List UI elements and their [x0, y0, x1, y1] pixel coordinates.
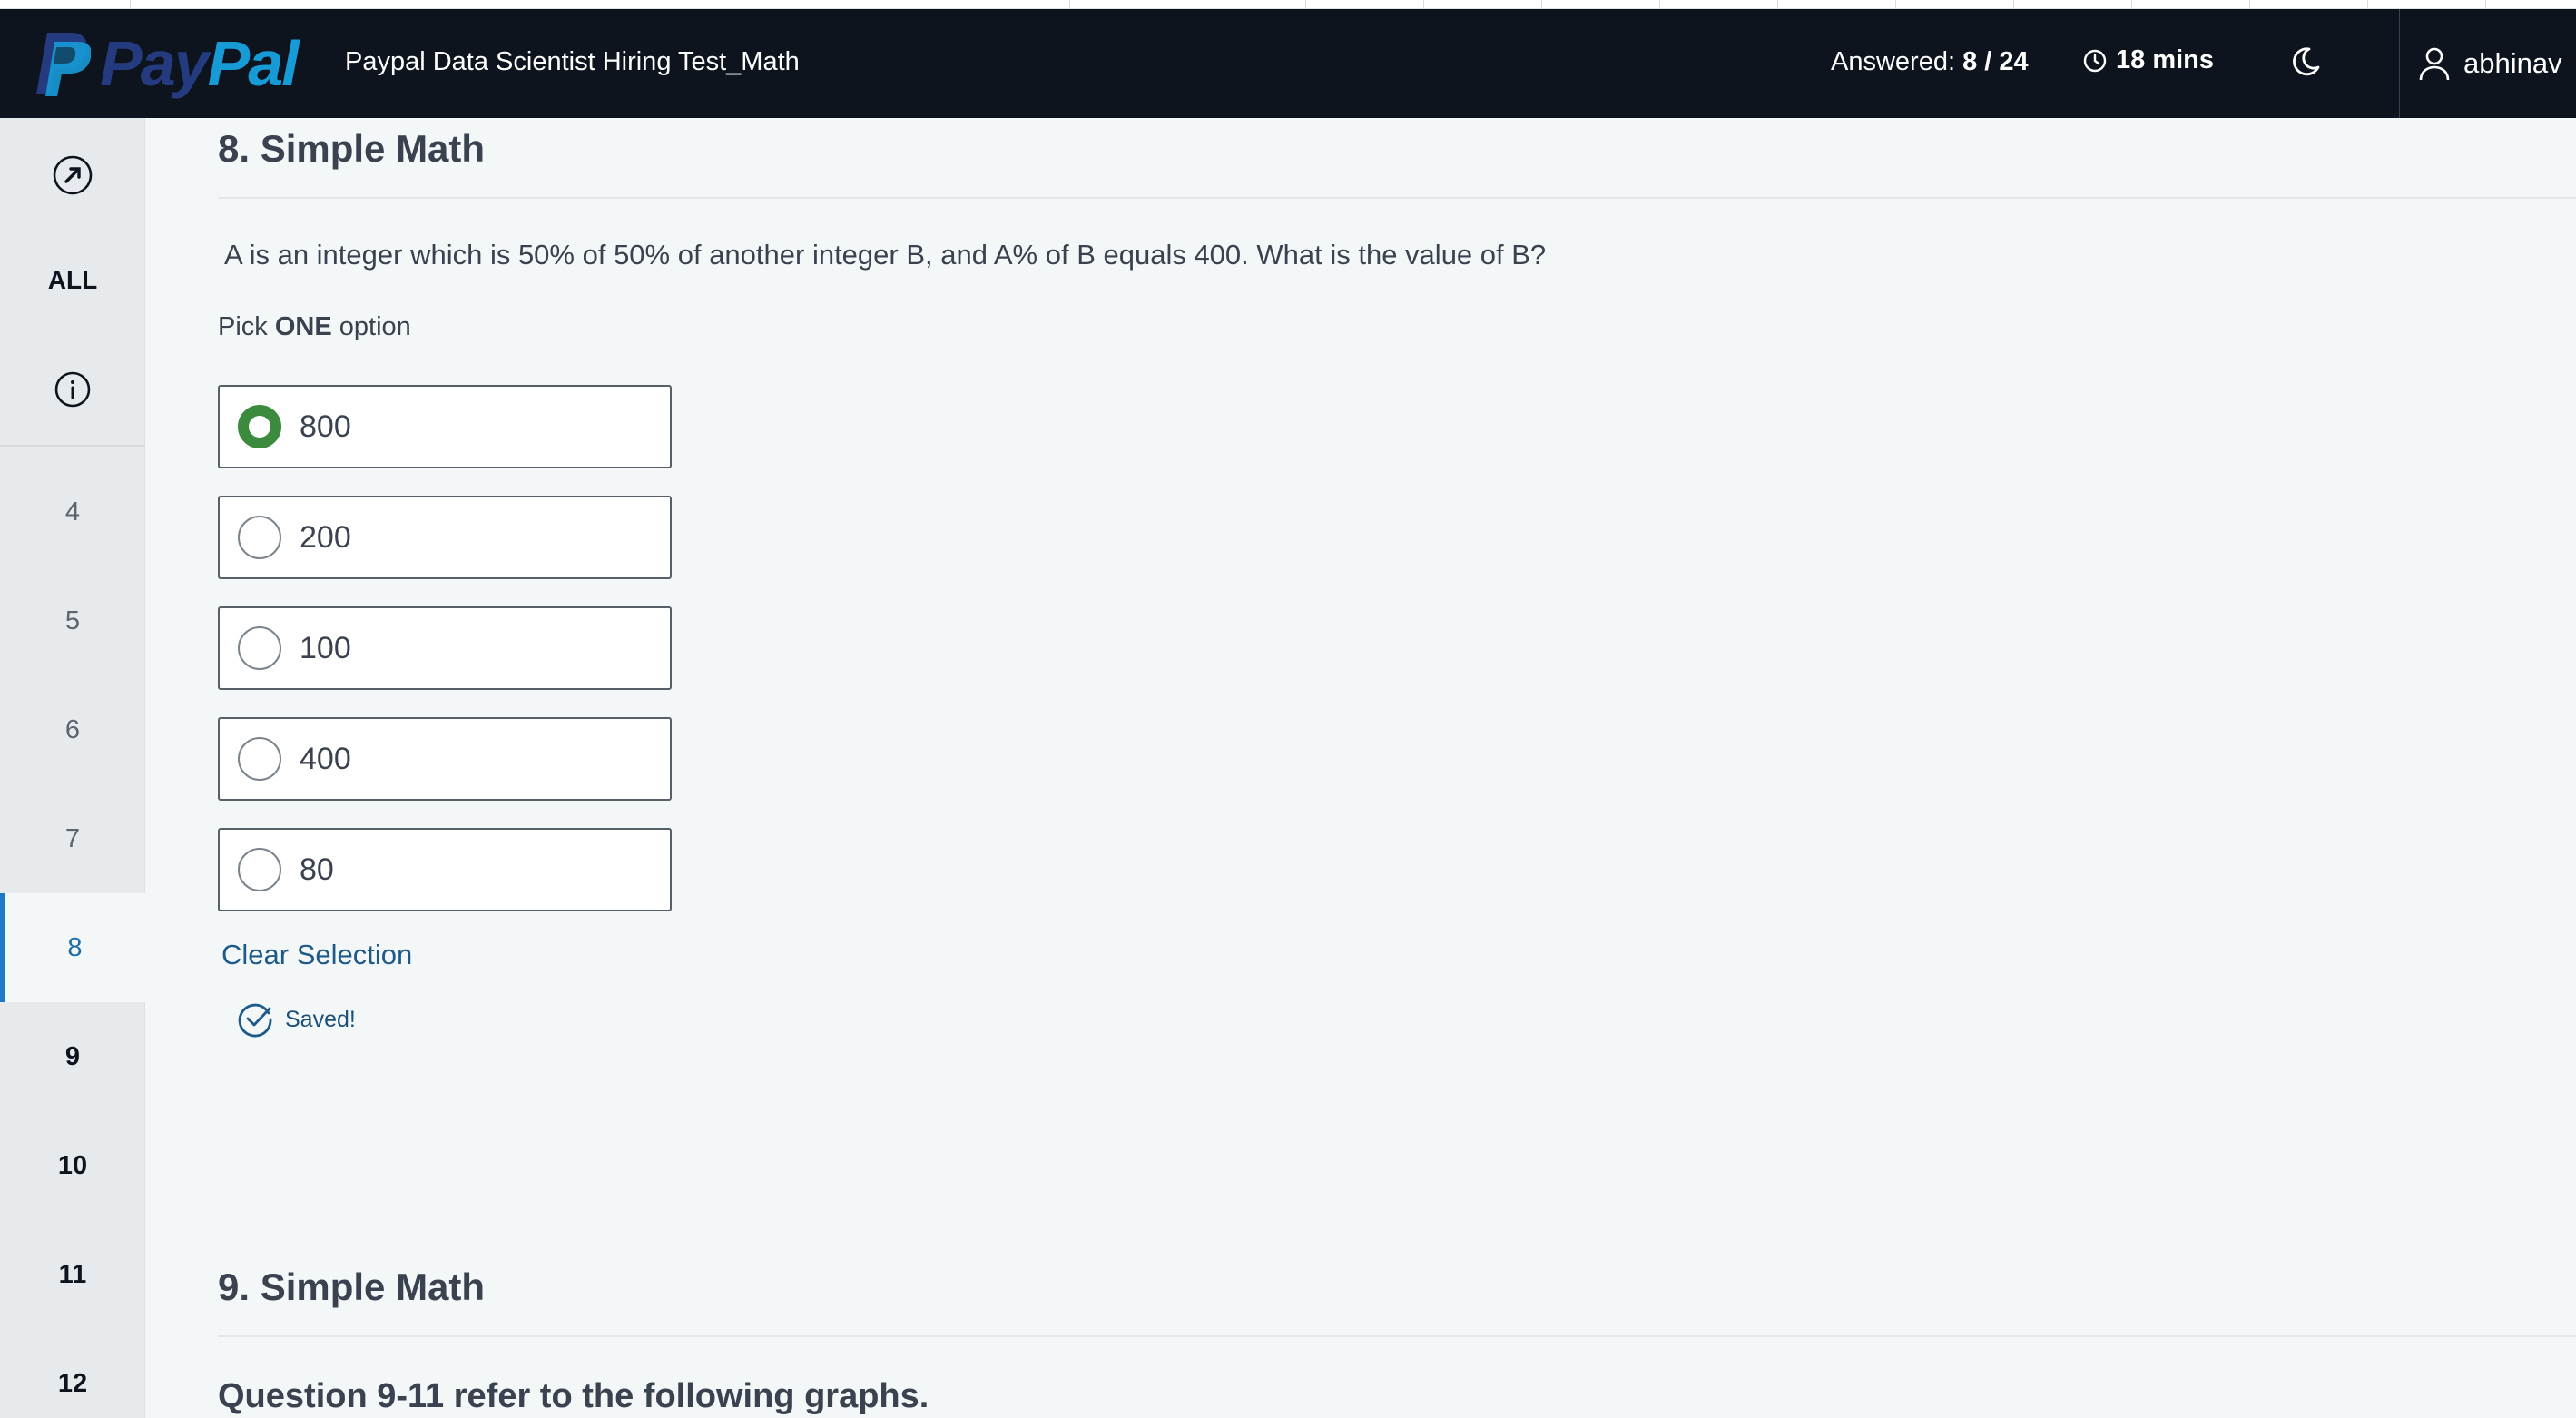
paypal-wordmark: PayPal [100, 28, 300, 99]
option-800[interactable]: 800 [218, 385, 672, 468]
sidebar-item-question-8[interactable]: 8 [0, 893, 145, 1002]
dark-mode-toggle[interactable] [2286, 42, 2325, 82]
radio-selected[interactable] [238, 405, 281, 448]
sidebar-item-question-10[interactable]: 10 [0, 1111, 145, 1220]
info-icon [54, 371, 91, 408]
paypal-p-icon [36, 33, 91, 96]
sidebar-item-question-4[interactable]: 4 [0, 458, 145, 566]
top-strip [0, 0, 2576, 9]
answered-label: Answered: [1831, 47, 1956, 76]
option-label: 400 [300, 741, 351, 776]
radio-unselected[interactable] [238, 516, 281, 559]
username: abhinav [2463, 47, 2562, 79]
sidebar-item-question-9[interactable]: 9 [0, 1002, 145, 1111]
option-label: 100 [300, 630, 351, 665]
option-label: 80 [300, 852, 334, 887]
test-title: Paypal Data Scientist Hiring Test_Math [345, 47, 800, 76]
info-button[interactable] [52, 369, 93, 410]
timer: 18 mins [2083, 45, 2214, 75]
timer-value: 18 mins [2116, 45, 2214, 74]
question-sidebar: ALL 4 5 6 7 8 9 10 11 12 [0, 118, 145, 1418]
sidebar-item-question-7[interactable]: 7 [0, 784, 145, 893]
question-9-title: 9. Simple Math [218, 1265, 486, 1308]
sidebar-item-all[interactable]: ALL [0, 266, 145, 295]
answered-value: 8 / 24 [1962, 47, 2029, 76]
collapse-sidebar-button[interactable] [52, 154, 93, 196]
clock-icon [2083, 49, 2107, 72]
radio-unselected[interactable] [238, 737, 281, 781]
answered-counter: Answered: 8 / 24 [1831, 47, 2029, 77]
sidebar-divider [0, 445, 145, 447]
option-label: 200 [300, 519, 351, 555]
sidebar-item-question-5[interactable]: 5 [0, 566, 145, 675]
paypal-logo[interactable]: PayPal [34, 28, 300, 99]
user-icon [2419, 47, 2450, 81]
question-8-title: 8. Simple Math [218, 127, 486, 170]
question-9-note: Question 9-11 refer to the following gra… [218, 1377, 929, 1415]
pick-instruction: Pick ONE option [218, 312, 411, 342]
pick-suffix: option [339, 312, 411, 341]
option-label: 800 [300, 409, 351, 444]
radio-unselected[interactable] [238, 626, 281, 670]
option-100[interactable]: 100 [218, 606, 672, 690]
check-circle-icon [238, 1003, 272, 1038]
user-menu[interactable]: abhinav [2399, 9, 2576, 118]
question-8-divider [218, 197, 2576, 199]
option-80[interactable]: 80 [218, 828, 672, 911]
saved-indicator: Saved! [236, 1000, 356, 1039]
saved-text: Saved! [285, 1006, 356, 1032]
sidebar-item-question-6[interactable]: 6 [0, 675, 145, 784]
pick-prefix: Pick [218, 312, 268, 341]
sidebar-item-question-11[interactable]: 11 [0, 1220, 145, 1329]
option-200[interactable]: 200 [218, 496, 672, 579]
question-8-text: A is an integer which is 50% of 50% of a… [224, 239, 1547, 271]
moon-icon [2293, 47, 2320, 76]
arrow-circle-icon [53, 155, 93, 195]
question-panel: 8. Simple Math A is an integer which is … [145, 118, 2576, 1418]
radio-unselected[interactable] [238, 848, 281, 891]
clear-selection-link[interactable]: Clear Selection [221, 939, 412, 971]
header-bar: PayPal Paypal Data Scientist Hiring Test… [0, 9, 2576, 118]
option-400[interactable]: 400 [218, 717, 672, 801]
sidebar-item-question-12[interactable]: 12 [0, 1329, 145, 1418]
question-9-divider [218, 1335, 2576, 1337]
pick-emphasis: ONE [274, 312, 332, 341]
